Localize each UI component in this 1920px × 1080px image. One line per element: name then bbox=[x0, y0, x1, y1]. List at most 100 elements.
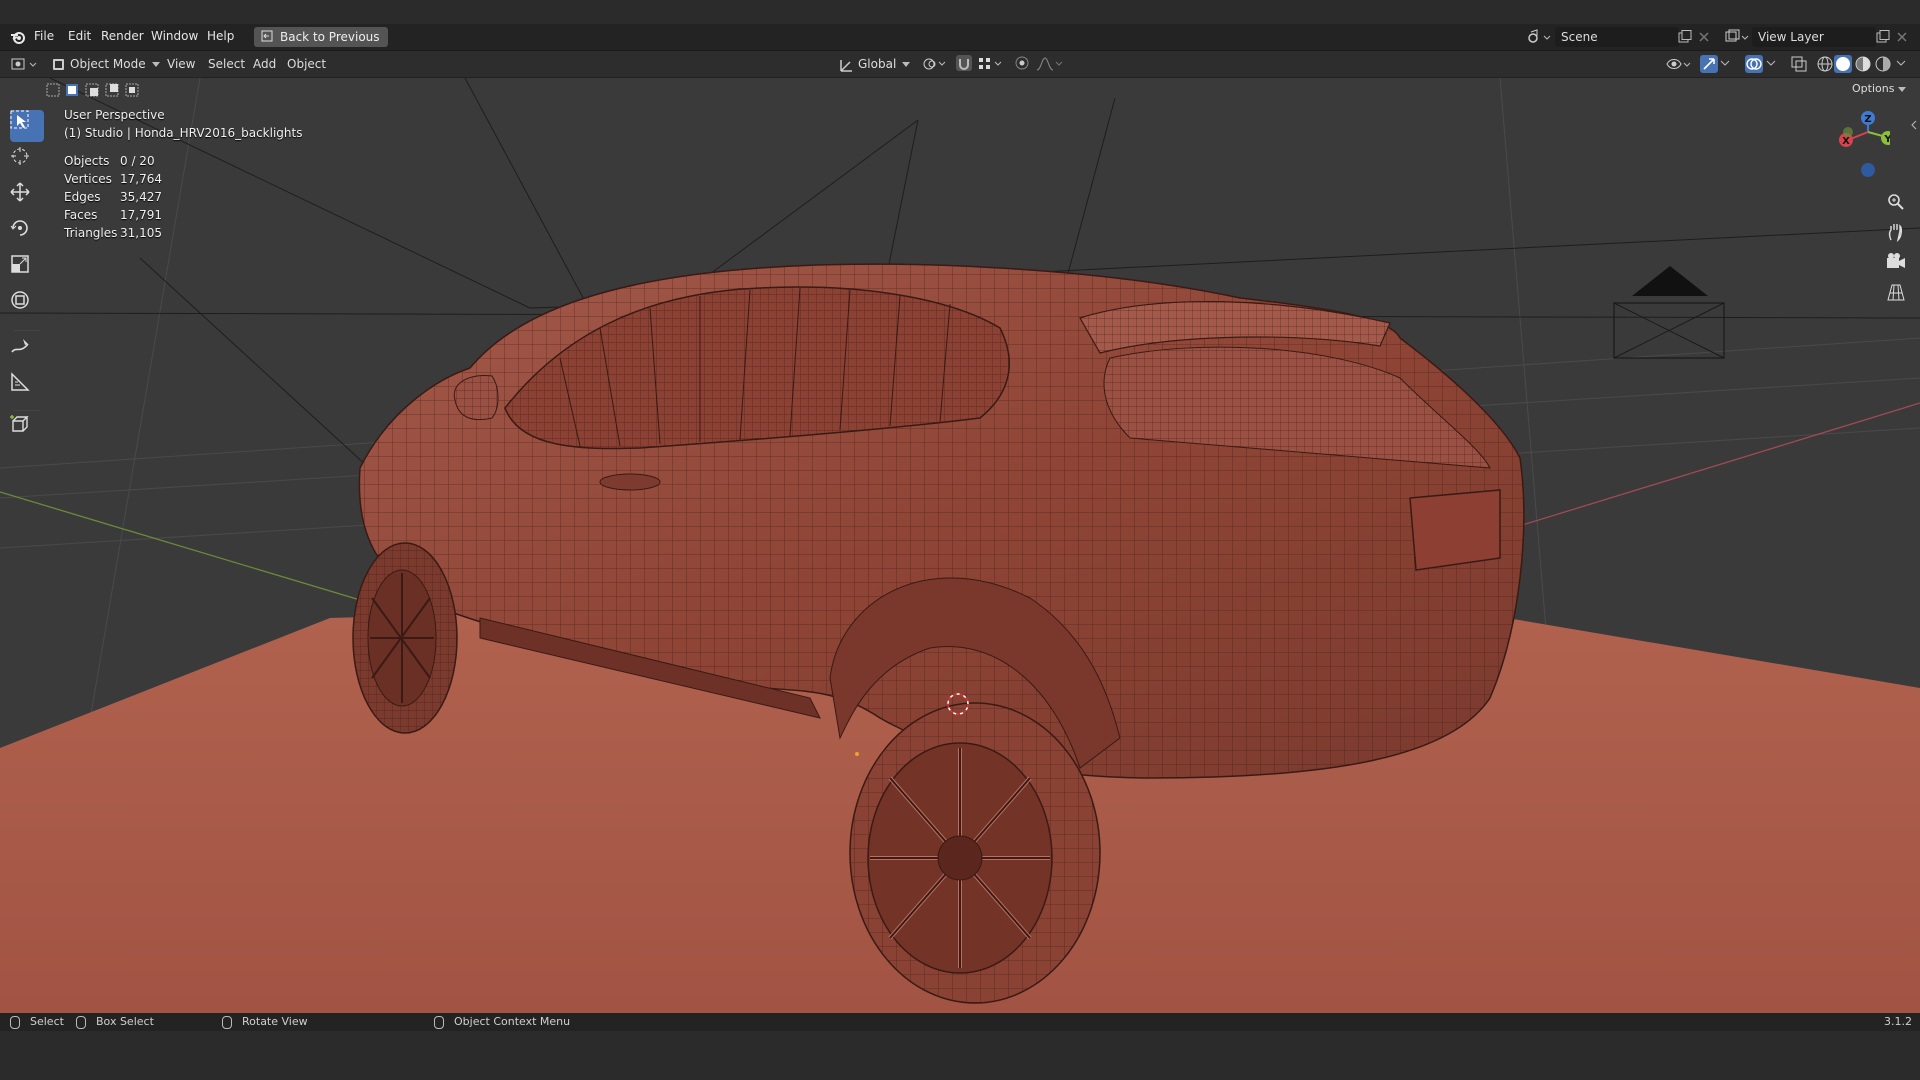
stats-value-objects: 0 / 20 bbox=[120, 154, 155, 168]
move-tool[interactable] bbox=[10, 182, 44, 214]
stats-label-objects: Objects bbox=[64, 154, 110, 168]
sidebar-toggle-icon[interactable] bbox=[1910, 120, 1918, 130]
proportional-edit-icon[interactable] bbox=[1014, 55, 1030, 71]
overlays-dropdown-icon[interactable] bbox=[1766, 60, 1776, 68]
pan-view-icon[interactable] bbox=[1886, 222, 1906, 242]
add-cube-tool[interactable] bbox=[10, 414, 44, 446]
mouse-right-icon bbox=[434, 1015, 444, 1029]
delete-scene-icon[interactable] bbox=[1699, 32, 1709, 42]
back-to-previous-button[interactable]: Back to Previous bbox=[254, 27, 388, 47]
add-cube-icon bbox=[10, 415, 29, 432]
select-box-tool[interactable] bbox=[10, 110, 44, 142]
options-dropdown[interactable]: Options bbox=[1852, 80, 1907, 98]
solid-shading-icon bbox=[1836, 57, 1850, 71]
view-layer-browse-icon[interactable] bbox=[1724, 28, 1749, 46]
blender-logo-icon[interactable] bbox=[10, 29, 26, 45]
wireframe-shading-icon[interactable] bbox=[1816, 55, 1834, 73]
select-box-icon bbox=[10, 110, 29, 129]
object-mode-icon bbox=[53, 59, 64, 70]
scale-tool[interactable] bbox=[10, 254, 44, 286]
svg-text:Y: Y bbox=[1883, 134, 1890, 145]
stats-value-triangles: 31,105 bbox=[120, 226, 162, 240]
solid-shading-button[interactable] bbox=[1834, 55, 1852, 73]
perspective-ortho-icon[interactable] bbox=[1886, 282, 1906, 302]
back-to-previous-label: Back to Previous bbox=[280, 30, 380, 44]
transform-orientation-dropdown[interactable]: Global bbox=[836, 55, 911, 73]
svg-text:X: X bbox=[1842, 136, 1850, 147]
status-box-select: Box Select bbox=[76, 1015, 154, 1029]
title-strip bbox=[0, 0, 1920, 24]
zoom-view-icon[interactable] bbox=[1886, 192, 1906, 212]
rear-wheel bbox=[849, 702, 1101, 1004]
navigation-gizmo[interactable]: Z Y X bbox=[1820, 108, 1890, 188]
x-axis-line bbox=[1479, 402, 1920, 539]
editor-type-icon[interactable] bbox=[10, 55, 40, 73]
object-mode-dropdown[interactable]: Object Mode bbox=[50, 55, 160, 73]
transform-orientation-label: Global bbox=[858, 57, 897, 71]
menu-file[interactable]: File bbox=[34, 29, 54, 43]
view-layer-name-field[interactable]: View Layer bbox=[1752, 27, 1876, 47]
version-label: 3.1.2 bbox=[1884, 1015, 1912, 1028]
object-mode-label: Object Mode bbox=[70, 57, 146, 71]
menu-add[interactable]: Add bbox=[253, 55, 276, 73]
viewport-scene bbox=[0, 78, 1920, 1013]
cursor-icon bbox=[11, 147, 29, 165]
cursor-tool[interactable] bbox=[10, 146, 44, 178]
transform-tool[interactable] bbox=[10, 290, 44, 322]
pivot-point-icon[interactable] bbox=[922, 56, 948, 72]
material-preview-icon[interactable] bbox=[1854, 55, 1872, 73]
active-object-label: (1) Studio | Honda_HRV2016_backlights bbox=[64, 126, 303, 140]
stats-value-faces: 17,791 bbox=[120, 208, 162, 222]
camera-object bbox=[1613, 266, 1725, 359]
overlays-toggle-button[interactable] bbox=[1745, 55, 1763, 73]
status-select: Select bbox=[10, 1015, 64, 1029]
selection-mode-icons[interactable] bbox=[46, 82, 140, 98]
status-context-menu: Object Context Menu bbox=[434, 1015, 570, 1029]
stats-label-faces: Faces bbox=[64, 208, 98, 222]
xray-toggle-icon[interactable] bbox=[1790, 55, 1808, 73]
gizmo-toggle-button[interactable] bbox=[1700, 55, 1718, 73]
annotate-icon bbox=[11, 339, 29, 353]
rendered-shading-icon[interactable] bbox=[1874, 55, 1892, 73]
front-wheel bbox=[352, 542, 458, 734]
camera-view-icon[interactable] bbox=[1886, 252, 1906, 272]
menu-select[interactable]: Select bbox=[208, 55, 245, 73]
menu-edit[interactable]: Edit bbox=[68, 29, 91, 43]
toolbar-separator bbox=[14, 330, 40, 331]
menu-window[interactable]: Window bbox=[151, 29, 198, 43]
top-menubar: File Edit Render Window Help Back to Pre… bbox=[0, 24, 1920, 51]
new-scene-icon[interactable] bbox=[1678, 30, 1692, 44]
snap-target-icon[interactable] bbox=[978, 56, 1004, 72]
menu-render[interactable]: Render bbox=[101, 29, 144, 43]
snap-toggle-icon[interactable] bbox=[956, 55, 972, 71]
mouse-drag-icon bbox=[76, 1015, 86, 1029]
options-label: Options bbox=[1852, 82, 1895, 95]
proportional-falloff-icon[interactable] bbox=[1036, 56, 1064, 72]
3d-viewport[interactable]: Options User Perspective (1) Studio | Ho… bbox=[0, 78, 1920, 1013]
annotate-tool[interactable] bbox=[10, 336, 44, 368]
status-bar: Select Box Select Rotate View Object Con… bbox=[0, 1013, 1920, 1031]
scene-name-field[interactable]: Scene bbox=[1555, 27, 1679, 47]
view-name-label: User Perspective bbox=[64, 108, 165, 122]
menu-view[interactable]: View bbox=[167, 55, 195, 73]
scale-icon bbox=[11, 255, 29, 273]
gizmo-dropdown-icon[interactable] bbox=[1720, 60, 1730, 68]
delete-view-layer-icon[interactable] bbox=[1897, 32, 1907, 42]
toolbar-separator-2 bbox=[14, 410, 40, 411]
menu-object[interactable]: Object bbox=[287, 55, 326, 73]
gizmo-icon bbox=[1703, 58, 1715, 70]
stats-label-edges: Edges bbox=[64, 190, 101, 204]
menu-help[interactable]: Help bbox=[207, 29, 234, 43]
measure-icon bbox=[11, 372, 30, 391]
new-view-layer-icon[interactable] bbox=[1876, 30, 1890, 44]
rotate-tool[interactable] bbox=[10, 218, 44, 250]
measure-tool[interactable] bbox=[10, 372, 44, 404]
viewport-header: Object Mode View Select Add Object Globa… bbox=[0, 51, 1920, 78]
svg-text:Z: Z bbox=[1864, 114, 1871, 125]
rotate-icon bbox=[10, 220, 28, 236]
orientation-icon bbox=[840, 60, 852, 72]
stats-label-triangles: Triangles bbox=[64, 226, 118, 240]
visibility-selectability-icon[interactable] bbox=[1666, 55, 1692, 73]
shading-dropdown-icon[interactable] bbox=[1896, 60, 1906, 68]
scene-browse-icon[interactable] bbox=[1526, 28, 1551, 46]
